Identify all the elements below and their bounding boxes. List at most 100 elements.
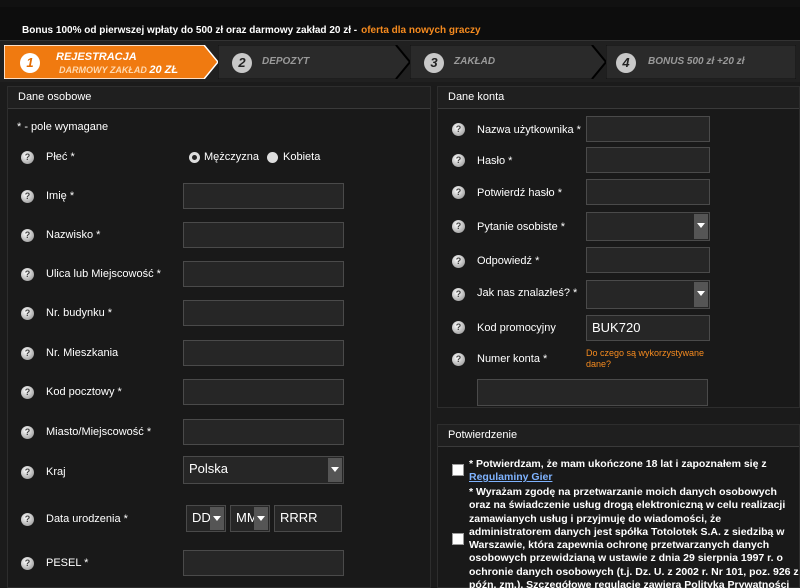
help-icon[interactable]: ? — [21, 268, 34, 281]
help-icon[interactable]: ? — [452, 255, 465, 268]
help-icon[interactable]: ? — [21, 386, 34, 399]
promo-code-value: BUK720 — [592, 320, 641, 335]
step-sub: DARMOWY ZAKŁAD 20 ZŁ — [59, 64, 178, 76]
data-usage-link-line: dane? — [586, 359, 612, 369]
consent-line: ochronie danych osobowych (t.j. Dz. U. z… — [469, 565, 799, 578]
birth-year-value: RRRR — [280, 510, 318, 525]
step-label: REJESTRACJA — [56, 51, 137, 63]
help-icon[interactable]: ? — [21, 557, 34, 570]
country-value: Polska — [189, 461, 229, 476]
help-icon[interactable]: ? — [452, 186, 465, 199]
gender-female-label: Kobieta — [283, 151, 321, 163]
gender-female-radio[interactable] — [267, 152, 278, 163]
help-icon[interactable]: ? — [452, 288, 465, 301]
step-sub-text: DARMOWY ZAKŁAD — [59, 65, 147, 75]
country-select[interactable]: Polska — [183, 456, 344, 484]
help-icon[interactable]: ? — [452, 353, 465, 366]
pesel-input[interactable] — [183, 550, 344, 576]
data-usage-link[interactable]: Do czego są wykorzystywane dane? — [586, 348, 704, 370]
username-label: Nazwa użytkownika * — [477, 124, 581, 136]
help-icon[interactable]: ? — [21, 151, 34, 164]
birth-month-select[interactable]: MM — [230, 505, 270, 532]
help-icon[interactable]: ? — [21, 347, 34, 360]
step-label: BONUS 500 zł +20 zł — [648, 56, 745, 67]
promo-text: Bonus 100% od pierwszej wpłaty do 500 zł… — [22, 25, 481, 36]
help-icon[interactable]: ? — [452, 220, 465, 233]
gender-label: Płeć * — [46, 151, 75, 163]
security-question-select[interactable] — [586, 212, 710, 241]
help-icon[interactable]: ? — [21, 513, 34, 526]
chevron-down-icon[interactable] — [694, 282, 708, 307]
chevron-down-icon[interactable] — [254, 507, 268, 530]
building-input[interactable] — [183, 300, 344, 326]
birth-day-select[interactable]: DD — [186, 505, 226, 532]
help-icon[interactable]: ? — [452, 321, 465, 334]
age-confirm-line: * Potwierdzam, że mam ukończone 18 lat i… — [469, 458, 767, 470]
how-found-select[interactable] — [586, 280, 710, 309]
confirm-password-input[interactable] — [586, 179, 710, 205]
new-players-offer-link[interactable]: oferta dla nowych graczy — [361, 25, 480, 36]
step-bonus[interactable]: 4 BONUS 500 zł +20 zł — [606, 45, 796, 79]
first-name-input[interactable] — [183, 183, 344, 209]
age-confirm-text: * Potwierdzam, że mam ukończone 18 lat i… — [469, 458, 767, 485]
chevron-down-icon[interactable] — [210, 507, 224, 530]
chevron-down-icon[interactable] — [694, 214, 708, 239]
password-input[interactable] — [586, 147, 710, 173]
consent-line: Warszawie, która zapewnia ochronę przetw… — [469, 539, 770, 552]
apartment-label: Nr. Mieszkania — [46, 347, 119, 359]
step-label: DEPOZYT — [262, 56, 310, 67]
postal-code-input[interactable] — [183, 379, 344, 405]
help-icon[interactable]: ? — [21, 426, 34, 439]
personal-data-panel: Dane osobowe * - pole wymagane ? Płeć * … — [7, 86, 431, 588]
security-question-label: Pytanie osobiste * — [477, 221, 566, 233]
step-number: 4 — [616, 53, 636, 73]
city-label: Miasto/Miejscowość * — [46, 426, 152, 438]
birth-day-value: DD — [192, 510, 211, 525]
answer-input[interactable] — [586, 247, 710, 273]
confirmation-title: Potwierdzenie — [438, 425, 799, 447]
age-confirm-checkbox[interactable] — [452, 464, 464, 476]
promo-main-text: Bonus 100% od pierwszej wpłaty do 500 zł… — [22, 25, 358, 36]
personal-data-title: Dane osobowe — [8, 87, 430, 109]
gender-male-radio[interactable] — [189, 152, 200, 163]
help-icon[interactable]: ? — [452, 123, 465, 136]
birth-date-label: Data urodzenia * — [46, 513, 128, 525]
required-note: * - pole wymagane — [17, 121, 109, 133]
help-icon[interactable]: ? — [21, 190, 34, 203]
help-icon[interactable]: ? — [452, 154, 465, 167]
promo-bar: Bonus 100% od pierwszej wpłaty do 500 zł… — [0, 0, 800, 40]
answer-label: Odpowiedź * — [477, 255, 540, 267]
account-number-input[interactable] — [477, 379, 708, 406]
consent-line: oraz na świadczenie usług drogą elektron… — [469, 499, 786, 512]
confirm-password-label: Potwierdź hasło * — [477, 187, 562, 199]
registration-steps: 1 REJESTRACJA DARMOWY ZAKŁAD 20 ZŁ 2 DEP… — [0, 40, 800, 82]
promo-code-label: Kod promocyjny — [477, 322, 556, 334]
username-input[interactable] — [586, 116, 710, 142]
account-data-title: Dane konta — [438, 87, 799, 109]
gender-male-label: Mężczyzna — [204, 151, 260, 163]
help-icon[interactable]: ? — [21, 229, 34, 242]
game-rules-link[interactable]: Regulaminy Gier — [469, 471, 552, 483]
consent-line: osobowych przewidzianą w ustawie z dnia … — [469, 552, 783, 565]
chevron-down-icon[interactable] — [328, 458, 342, 482]
step-registration[interactable]: 1 REJESTRACJA DARMOWY ZAKŁAD 20 ZŁ — [4, 45, 218, 79]
last-name-input[interactable] — [183, 222, 344, 248]
help-icon[interactable]: ? — [21, 466, 34, 479]
step-bet[interactable]: 3 ZAKŁAD — [410, 45, 606, 79]
help-icon[interactable]: ? — [21, 307, 34, 320]
consent-line: późn. zm.). Szczegółowe regulacje zawier… — [469, 579, 790, 588]
step-label: ZAKŁAD — [454, 56, 496, 67]
data-consent-text: * Wyrażam zgodę na przetwarzanie moich d… — [469, 486, 799, 588]
age-confirm-link-line: Regulaminy Gier — [469, 471, 767, 484]
consent-line: administratorem danych jest spółka Totol… — [469, 525, 785, 538]
password-label: Hasło * — [477, 155, 513, 167]
data-consent-checkbox[interactable] — [452, 533, 464, 545]
step-number: 1 — [20, 53, 40, 73]
birth-year-input[interactable]: RRRR — [274, 505, 342, 532]
postal-code-label: Kod pocztowy * — [46, 386, 122, 398]
apartment-input[interactable] — [183, 340, 344, 366]
step-deposit[interactable]: 2 DEPOZYT — [218, 45, 410, 79]
promo-code-input[interactable]: BUK720 — [586, 315, 710, 341]
street-input[interactable] — [183, 261, 344, 287]
city-input[interactable] — [183, 419, 344, 445]
